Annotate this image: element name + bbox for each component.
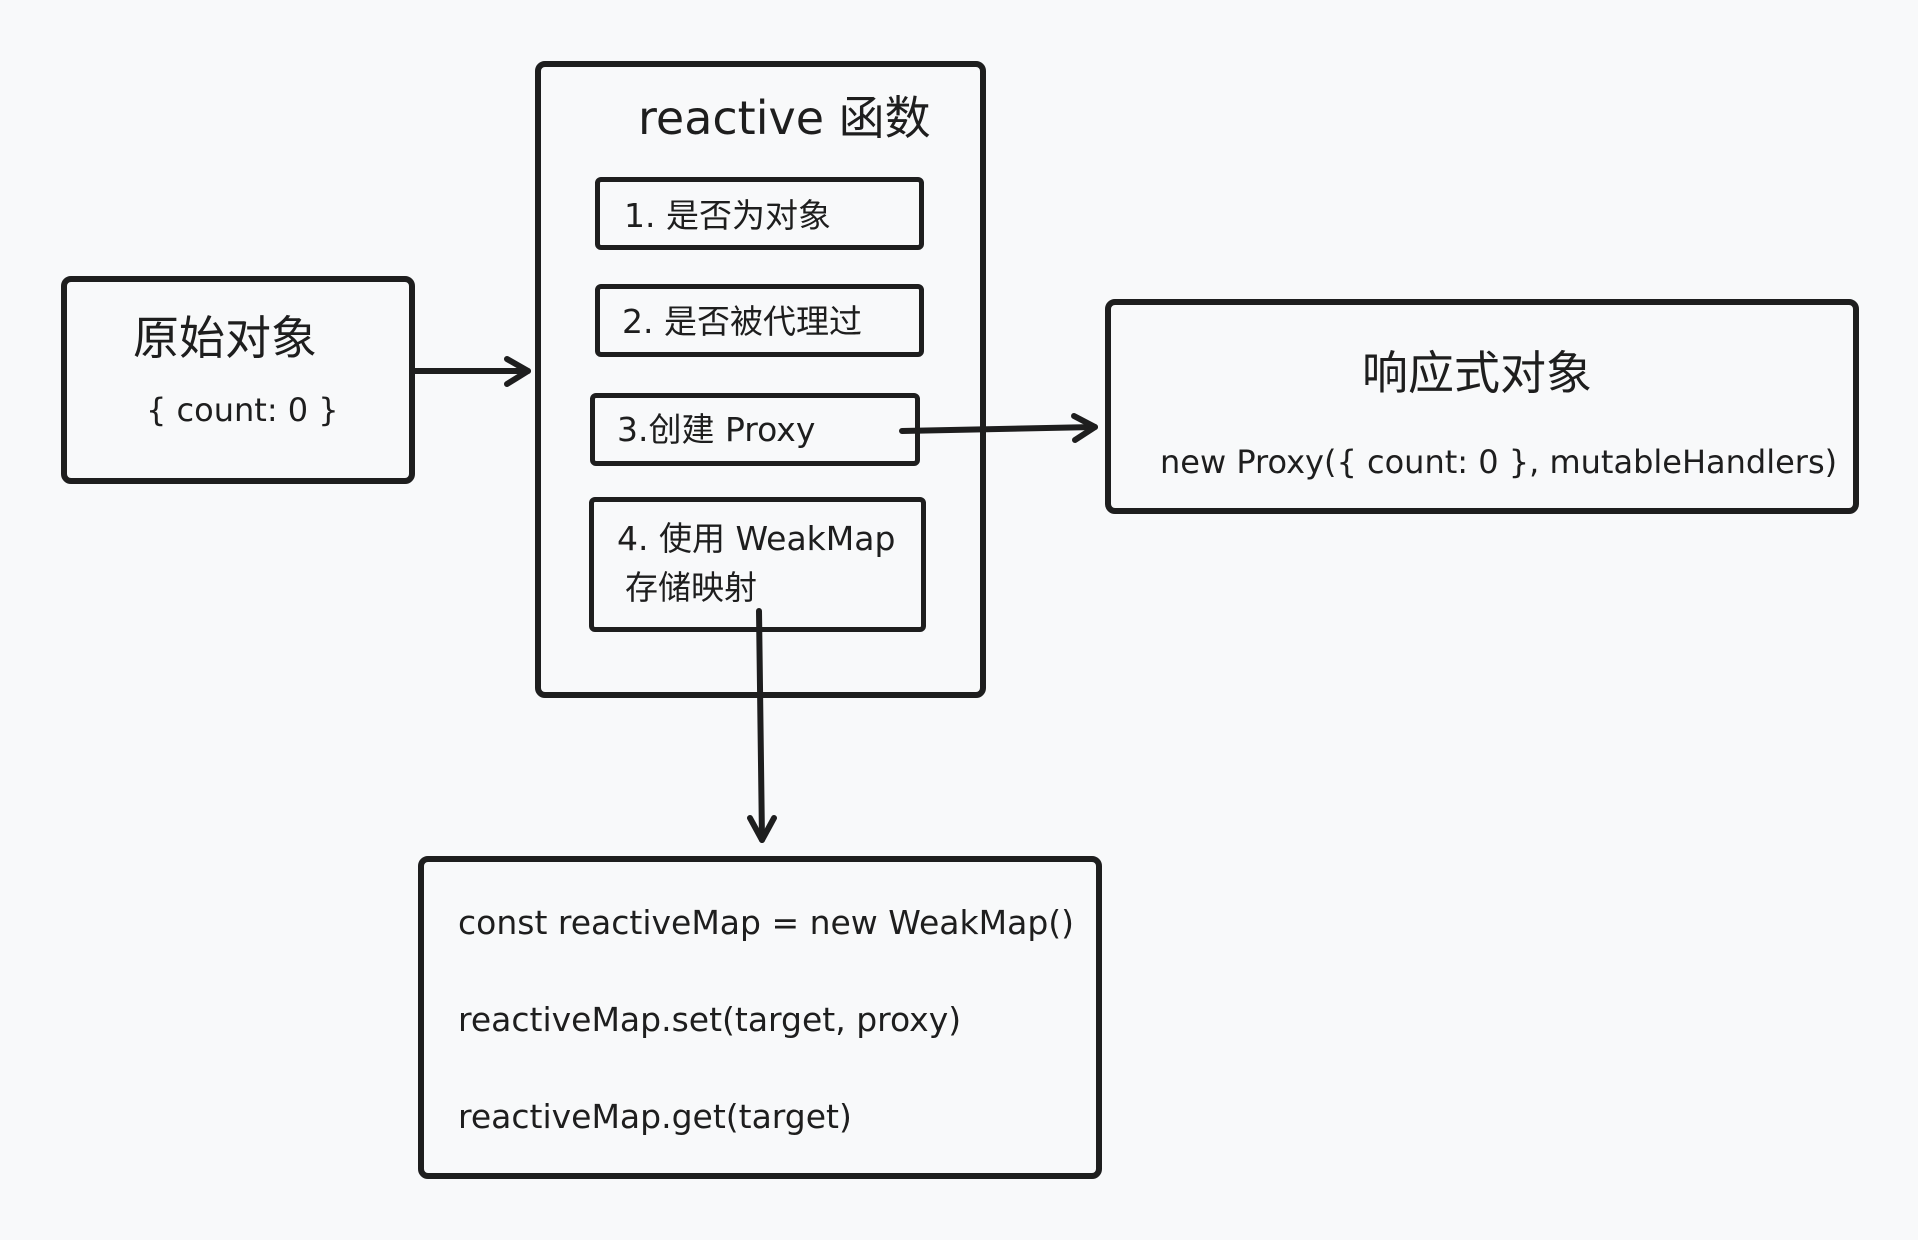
step-weakmap-store-label-line2: 存储映射 (625, 568, 757, 607)
reactive-object-title: 响应式对象 (1362, 346, 1592, 400)
weakmap-code-line-create: const reactiveMap = new WeakMap() (458, 903, 1075, 942)
original-object-value: { count: 0 } (146, 391, 339, 429)
reactive-object-value: new Proxy({ count: 0 }, mutableHandlers) (1160, 443, 1838, 481)
reactive-object-box (1105, 299, 1859, 514)
step-check-object-label: 1. 是否为对象 (624, 196, 831, 235)
step-weakmap-store-box (589, 497, 926, 632)
weakmap-code-line-set: reactiveMap.set(target, proxy) (458, 1000, 962, 1039)
step-check-proxied-label: 2. 是否被代理过 (622, 302, 862, 341)
reactive-function-title: reactive 函数 (638, 91, 931, 145)
original-object-title: 原始对象 (133, 311, 317, 365)
original-object-box (61, 276, 415, 484)
weakmap-code-line-get: reactiveMap.get(target) (458, 1097, 852, 1136)
step-weakmap-store-label: 4. 使用 WeakMap (617, 519, 896, 558)
arrow-original-to-reactive (412, 356, 531, 387)
step-create-proxy-label: 3.创建 Proxy (617, 410, 816, 449)
